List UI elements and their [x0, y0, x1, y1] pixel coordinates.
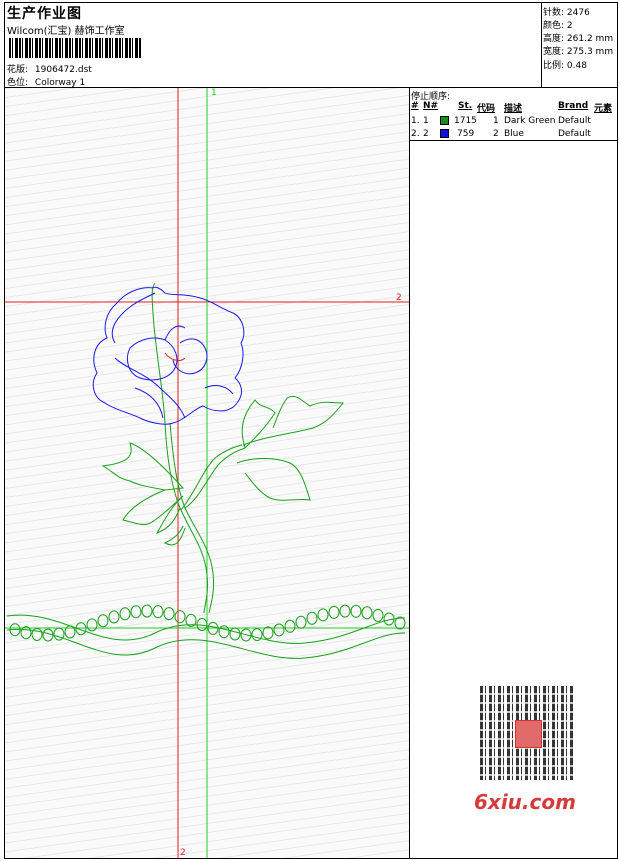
- stat-label: 高度:: [543, 34, 565, 44]
- row-stitches: 1715: [454, 116, 477, 126]
- bead: [152, 605, 164, 619]
- bead: [108, 610, 120, 624]
- bead: [31, 627, 43, 641]
- row-desc: Dark Green: [504, 116, 556, 126]
- bead: [163, 607, 175, 621]
- row-num: 2.: [411, 129, 420, 139]
- row-code: 1: [493, 116, 499, 126]
- pattern-row: 花版: 1906472.dst: [7, 62, 92, 75]
- row-code: 2: [493, 129, 499, 139]
- stat-value: 2: [566, 21, 573, 31]
- flower-center: [164, 352, 186, 361]
- stem: [151, 282, 246, 614]
- color-swatch: [440, 116, 449, 125]
- col-header-stitches: St.: [458, 101, 473, 111]
- bead: [130, 605, 142, 619]
- color-value: Colorway 1: [34, 78, 86, 88]
- bead: [174, 610, 186, 624]
- col-header-element: 元素: [594, 104, 613, 114]
- col-header-code: 代码: [477, 104, 496, 114]
- color-label: 色位:: [7, 78, 29, 88]
- pattern-value: 1906472.dst: [34, 65, 92, 75]
- col-header-desc: 描述: [504, 104, 523, 114]
- barcode: [9, 38, 141, 58]
- bead: [295, 615, 307, 629]
- bead: [394, 616, 406, 630]
- seal-stamp: [515, 720, 542, 748]
- stat-scale: 比例: 0.48: [543, 58, 587, 71]
- flower: [92, 286, 245, 425]
- bead: [284, 619, 296, 633]
- bead: [306, 611, 318, 625]
- stat-value: 2476: [566, 8, 590, 18]
- col-header-n: N#: [423, 101, 439, 111]
- stat-value: 275.3 mm: [566, 47, 614, 57]
- stat-colors: 颜色: 2: [543, 18, 573, 31]
- row-stitches: 759: [457, 129, 475, 139]
- stat-value: 261.2 mm: [566, 34, 614, 44]
- leaves: [101, 395, 345, 534]
- bead: [350, 604, 362, 618]
- watermark-brand: 6xiu.com: [474, 790, 576, 814]
- color-row: 色位: Colorway 1: [7, 75, 85, 88]
- guide-label-bottom: 2: [180, 848, 186, 858]
- bead: [229, 627, 241, 641]
- guide-label-right: 2: [396, 293, 402, 303]
- stat-height: 高度: 261.2 mm: [543, 31, 613, 44]
- col-header-num: #: [411, 101, 419, 111]
- embroidery-design: [5, 88, 409, 858]
- bead: [339, 604, 351, 618]
- bead: [361, 606, 373, 620]
- row-n: 1: [423, 116, 429, 126]
- stat-value: 0.48: [566, 61, 587, 71]
- stat-label: 比例:: [543, 61, 565, 71]
- bead: [119, 607, 131, 621]
- bead: [97, 614, 109, 628]
- bead: [317, 608, 329, 622]
- guide-label-top: 1: [211, 88, 217, 98]
- bead: [328, 605, 340, 619]
- stat-label: 宽度:: [543, 47, 565, 57]
- col-header-brand: Brand: [558, 101, 589, 111]
- bead: [273, 623, 285, 637]
- stat-label: 颜色:: [543, 21, 565, 31]
- stat-label: 针数:: [543, 8, 565, 18]
- bead: [262, 626, 274, 640]
- studio-name: Wilcom(汇宝) 赫饰工作室: [7, 26, 125, 37]
- color-swatch: [440, 129, 449, 138]
- divider: [409, 140, 618, 141]
- row-brand: Default: [558, 129, 591, 139]
- pattern-label: 花版:: [7, 65, 29, 75]
- row-brand: Default: [558, 116, 591, 126]
- page-title: 生产作业图: [7, 6, 82, 22]
- row-num: 1.: [411, 116, 420, 126]
- bead: [86, 618, 98, 632]
- bead: [218, 625, 230, 639]
- bead: [53, 627, 65, 641]
- row-n: 2: [423, 129, 429, 139]
- stat-width: 宽度: 275.3 mm: [543, 44, 613, 57]
- bead: [372, 608, 384, 622]
- bead: [141, 604, 153, 618]
- row-desc: Blue: [504, 129, 524, 139]
- stat-stitches: 针数: 2476: [543, 5, 590, 18]
- bead: [251, 628, 263, 642]
